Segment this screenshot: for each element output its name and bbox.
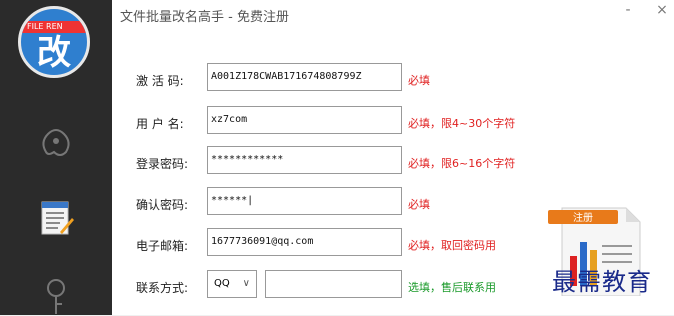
email-hint: 必填，取回密码用	[408, 239, 496, 252]
email-input[interactable]: 1677736091@qq.com	[207, 228, 402, 256]
close-button[interactable]: ×	[652, 2, 672, 18]
confirm-password-input[interactable]: ******|	[207, 187, 402, 215]
app-logo: FILE REN 改	[18, 6, 90, 78]
logo-glyph: 改	[37, 33, 71, 73]
key-icon[interactable]	[36, 276, 76, 316]
confirm-password-hint: 必填	[408, 198, 430, 211]
username-label: 用 户 名:	[136, 117, 184, 131]
email-label: 电子邮箱:	[136, 239, 189, 253]
username-input[interactable]: xz7com	[207, 106, 402, 134]
confirm-password-label: 确认密码:	[136, 198, 189, 212]
register-form-icon[interactable]	[36, 198, 76, 238]
password-hint: 必填，限6~16个字符	[408, 157, 516, 170]
logo-banner: FILE REN	[21, 21, 87, 33]
contact-type-value: QQ	[214, 278, 230, 289]
watermark: 最需教育	[552, 268, 652, 296]
activation-input[interactable]: A001Z178CWAB171674808799Z	[207, 63, 402, 91]
contact-hint: 选填，售后联系用	[408, 281, 496, 294]
window-title: 文件批量改名高手 - 免费注册	[120, 10, 289, 25]
minimize-button[interactable]: -	[618, 2, 638, 18]
register-badge-label: 注册	[573, 211, 593, 224]
contact-label: 联系方式:	[136, 281, 189, 295]
sidebar: FILE REN 改	[0, 0, 112, 315]
contact-input[interactable]	[265, 270, 402, 298]
user-icon[interactable]	[36, 122, 76, 162]
contact-type-select[interactable]: QQ ∨	[207, 270, 257, 298]
activation-label: 激 活 码:	[136, 74, 184, 88]
password-label: 登录密码:	[136, 157, 189, 171]
activation-hint: 必填	[408, 74, 430, 87]
main-panel: 文件批量改名高手 - 免费注册 - × 激 活 码: A001Z178CWAB1…	[112, 0, 674, 315]
username-hint: 必填，限4~30个字符	[408, 117, 516, 130]
password-input[interactable]: ************	[207, 146, 402, 174]
chevron-down-icon: ∨	[242, 278, 250, 289]
